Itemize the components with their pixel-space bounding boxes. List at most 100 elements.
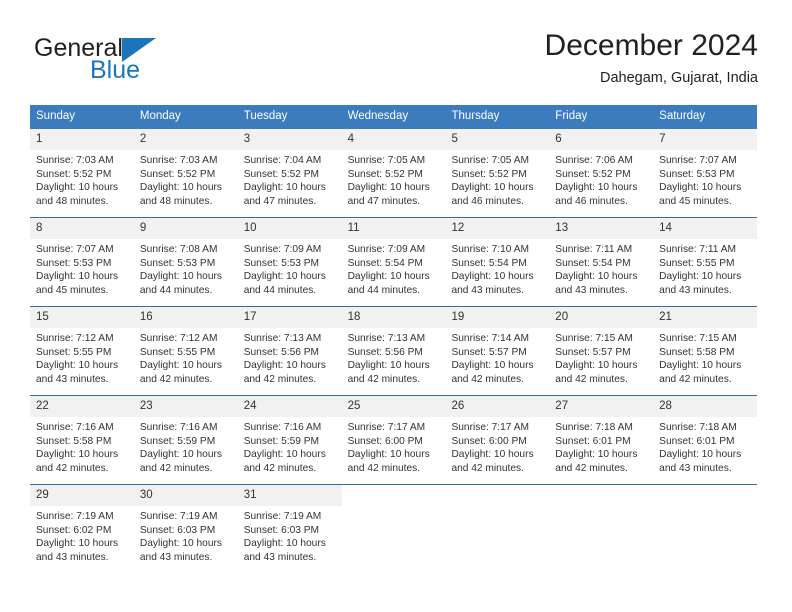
sunrise-text: Sunrise: 7:05 AM: [347, 155, 426, 166]
day-number: 15: [30, 307, 134, 328]
day-cell[interactable]: 31 Sunrise: 7:19 AM Sunset: 6:03 PM Dayl…: [237, 485, 342, 573]
day-cell[interactable]: 29 Sunrise: 7:19 AM Sunset: 6:02 PM Dayl…: [30, 485, 134, 573]
day-number: 31: [237, 485, 342, 506]
daylight-text-line1: Daylight: 10 hours: [139, 271, 222, 283]
daylight-text-line1: Daylight: 10 hours: [451, 182, 534, 194]
sunrise-text: Sunrise: 7:14 AM: [451, 333, 530, 344]
day-cell[interactable]: 18 Sunrise: 7:13 AM Sunset: 5:56 PM Dayl…: [341, 307, 446, 395]
day-cell[interactable]: 19 Sunrise: 7:14 AM Sunset: 5:57 PM Dayl…: [445, 307, 550, 395]
day-cell[interactable]: 23 Sunrise: 7:16 AM Sunset: 5:59 PM Dayl…: [133, 396, 238, 484]
day-number: 22: [30, 396, 134, 417]
day-cell[interactable]: 3 Sunrise: 7:04 AM Sunset: 5:52 PM Dayli…: [237, 129, 342, 217]
day-number: 6: [549, 129, 654, 150]
day-details: Sunrise: 7:12 AM Sunset: 5:55 PM Dayligh…: [134, 328, 238, 386]
general-blue-logo[interactable]: General Blue: [34, 34, 244, 94]
calendar-grid: Sunday Monday Tuesday Wednesday Thursday…: [30, 105, 758, 573]
week-row: 15 Sunrise: 7:12 AM Sunset: 5:55 PM Dayl…: [30, 306, 758, 395]
day-cell[interactable]: 11 Sunrise: 7:09 AM Sunset: 5:54 PM Dayl…: [341, 218, 446, 306]
daylight-text-line1: Daylight: 10 hours: [36, 271, 119, 283]
daylight-text-line2: and 44 minutes.: [347, 284, 421, 296]
day-cell[interactable]: 16 Sunrise: 7:12 AM Sunset: 5:55 PM Dayl…: [133, 307, 238, 395]
day-cell[interactable]: 15 Sunrise: 7:12 AM Sunset: 5:55 PM Dayl…: [30, 307, 134, 395]
day-cell[interactable]: 4 Sunrise: 7:05 AM Sunset: 5:52 PM Dayli…: [341, 129, 446, 217]
daylight-text-line1: Daylight: 10 hours: [36, 538, 119, 550]
sunset-text: Sunset: 6:01 PM: [659, 435, 735, 447]
day-cell[interactable]: 30 Sunrise: 7:19 AM Sunset: 6:03 PM Dayl…: [133, 485, 238, 573]
weekday-header-sunday: Sunday: [36, 110, 76, 122]
day-cell[interactable]: 14 Sunrise: 7:11 AM Sunset: 5:55 PM Dayl…: [653, 218, 758, 306]
day-cell[interactable]: 13 Sunrise: 7:11 AM Sunset: 5:54 PM Dayl…: [549, 218, 654, 306]
day-cell[interactable]: 2 Sunrise: 7:03 AM Sunset: 5:52 PM Dayli…: [133, 129, 238, 217]
day-cell[interactable]: 10 Sunrise: 7:09 AM Sunset: 5:53 PM Dayl…: [237, 218, 342, 306]
daylight-text-line2: and 42 minutes.: [555, 373, 628, 385]
daylight-text-line2: and 43 minutes.: [451, 284, 524, 296]
day-cell[interactable]: 5 Sunrise: 7:05 AM Sunset: 5:52 PM Dayli…: [445, 129, 550, 217]
day-cell[interactable]: 25 Sunrise: 7:17 AM Sunset: 6:00 PM Dayl…: [341, 396, 446, 484]
day-cell-empty: [653, 485, 758, 573]
day-number: 24: [237, 396, 342, 417]
day-number: 20: [549, 307, 654, 328]
day-details: Sunrise: 7:05 AM Sunset: 5:52 PM Dayligh…: [445, 150, 549, 208]
day-cell[interactable]: 8 Sunrise: 7:07 AM Sunset: 5:53 PM Dayli…: [30, 218, 134, 306]
day-cell[interactable]: 1 Sunrise: 7:03 AM Sunset: 5:52 PM Dayli…: [30, 129, 134, 217]
sunrise-text: Sunrise: 7:10 AM: [451, 244, 530, 255]
daylight-text-line1: Daylight: 10 hours: [243, 182, 326, 194]
day-cell[interactable]: 22 Sunrise: 7:16 AM Sunset: 5:58 PM Dayl…: [30, 396, 134, 484]
sunset-text: Sunset: 5:52 PM: [243, 168, 320, 180]
sunset-text: Sunset: 6:03 PM: [243, 524, 320, 536]
day-cell[interactable]: 17 Sunrise: 7:13 AM Sunset: 5:56 PM Dayl…: [237, 307, 342, 395]
daylight-text-line1: Daylight: 10 hours: [555, 360, 638, 372]
day-number: [653, 485, 758, 506]
week-row: 22 Sunrise: 7:16 AM Sunset: 5:58 PM Dayl…: [30, 395, 758, 484]
day-number: 27: [549, 396, 654, 417]
day-cell[interactable]: 28 Sunrise: 7:18 AM Sunset: 6:01 PM Dayl…: [653, 396, 758, 484]
sunset-text: Sunset: 5:52 PM: [451, 168, 527, 180]
day-cell[interactable]: 24 Sunrise: 7:16 AM Sunset: 5:59 PM Dayl…: [237, 396, 342, 484]
day-details: Sunrise: 7:04 AM Sunset: 5:52 PM Dayligh…: [238, 150, 342, 208]
daylight-text-line2: and 43 minutes.: [139, 551, 213, 563]
day-cell[interactable]: 9 Sunrise: 7:08 AM Sunset: 5:53 PM Dayli…: [133, 218, 238, 306]
sunset-text: Sunset: 5:58 PM: [36, 435, 112, 447]
day-details: Sunrise: 7:09 AM Sunset: 5:54 PM Dayligh…: [342, 239, 446, 297]
day-details: Sunrise: 7:17 AM Sunset: 6:00 PM Dayligh…: [342, 417, 446, 475]
daylight-text-line1: Daylight: 10 hours: [139, 360, 222, 372]
weekday-header-friday: Friday: [555, 110, 588, 122]
daylight-text-line2: and 44 minutes.: [139, 284, 213, 296]
daylight-text-line2: and 45 minutes.: [36, 284, 109, 296]
daylight-text-line1: Daylight: 10 hours: [243, 271, 326, 283]
day-details: Sunrise: 7:09 AM Sunset: 5:53 PM Dayligh…: [238, 239, 342, 297]
sunset-text: Sunset: 5:57 PM: [555, 346, 631, 358]
day-details: Sunrise: 7:16 AM Sunset: 5:58 PM Dayligh…: [30, 417, 134, 475]
day-details: Sunrise: 7:12 AM Sunset: 5:55 PM Dayligh…: [30, 328, 134, 386]
daylight-text-line1: Daylight: 10 hours: [451, 449, 534, 461]
sunrise-text: Sunrise: 7:08 AM: [139, 244, 218, 255]
day-details: Sunrise: 7:10 AM Sunset: 5:54 PM Dayligh…: [445, 239, 549, 297]
day-details: Sunrise: 7:03 AM Sunset: 5:52 PM Dayligh…: [30, 150, 134, 208]
day-number: 8: [30, 218, 134, 239]
day-cell[interactable]: 21 Sunrise: 7:15 AM Sunset: 5:58 PM Dayl…: [653, 307, 758, 395]
daylight-text-line1: Daylight: 10 hours: [659, 271, 742, 283]
day-cell-empty: [341, 485, 446, 573]
day-cell[interactable]: 26 Sunrise: 7:17 AM Sunset: 6:00 PM Dayl…: [445, 396, 550, 484]
day-cell[interactable]: 7 Sunrise: 7:07 AM Sunset: 5:53 PM Dayli…: [653, 129, 758, 217]
day-cell[interactable]: 6 Sunrise: 7:06 AM Sunset: 5:52 PM Dayli…: [549, 129, 654, 217]
daylight-text-line2: and 46 minutes.: [451, 195, 524, 207]
sunset-text: Sunset: 5:55 PM: [659, 257, 735, 269]
daylight-text-line2: and 42 minutes.: [555, 462, 628, 474]
sunset-text: Sunset: 6:01 PM: [555, 435, 631, 447]
sunset-text: Sunset: 5:56 PM: [243, 346, 320, 358]
day-number: 14: [653, 218, 758, 239]
day-cell[interactable]: 27 Sunrise: 7:18 AM Sunset: 6:01 PM Dayl…: [549, 396, 654, 484]
week-row: 1 Sunrise: 7:03 AM Sunset: 5:52 PM Dayli…: [30, 129, 758, 217]
daylight-text-line1: Daylight: 10 hours: [347, 449, 430, 461]
day-details: Sunrise: 7:07 AM Sunset: 5:53 PM Dayligh…: [30, 239, 134, 297]
daylight-text-line2: and 42 minutes.: [347, 373, 421, 385]
day-cell[interactable]: 12 Sunrise: 7:10 AM Sunset: 5:54 PM Dayl…: [445, 218, 550, 306]
daylight-text-line1: Daylight: 10 hours: [555, 182, 638, 194]
sunset-text: Sunset: 5:53 PM: [36, 257, 112, 269]
daylight-text-line1: Daylight: 10 hours: [243, 538, 326, 550]
daylight-text-line1: Daylight: 10 hours: [243, 449, 326, 461]
day-details: Sunrise: 7:19 AM Sunset: 6:02 PM Dayligh…: [30, 506, 134, 564]
day-number: 12: [445, 218, 550, 239]
day-cell[interactable]: 20 Sunrise: 7:15 AM Sunset: 5:57 PM Dayl…: [549, 307, 654, 395]
